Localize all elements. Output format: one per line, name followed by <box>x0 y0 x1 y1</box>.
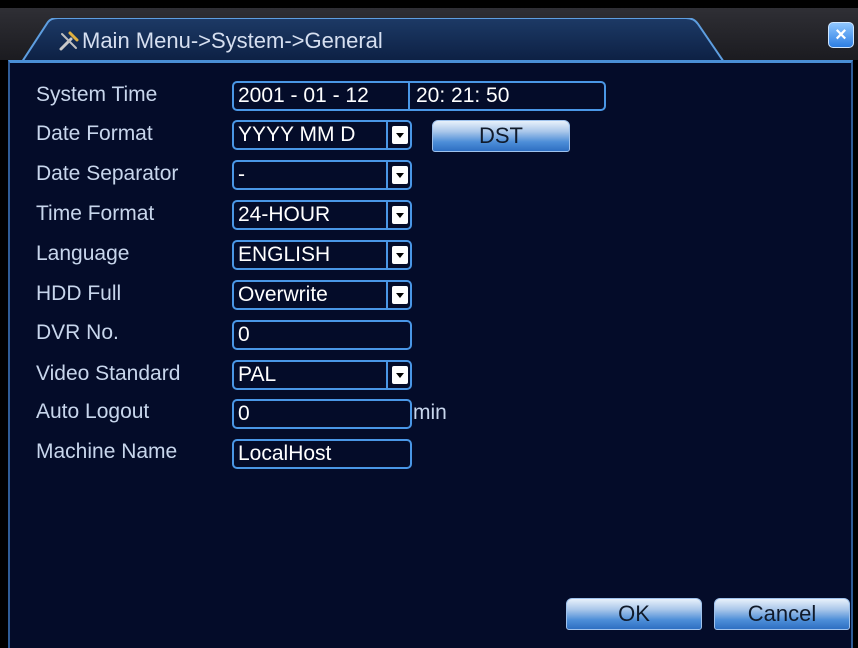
video-standard-label: Video Standard <box>36 362 181 385</box>
dvr-no-input[interactable]: 0 <box>232 320 412 350</box>
tools-icon <box>58 30 80 52</box>
close-icon[interactable]: × <box>828 22 854 48</box>
system-time-label: System Time <box>36 83 158 106</box>
chevron-down-icon[interactable] <box>392 286 408 304</box>
system-time-divider <box>408 83 410 109</box>
select-divider <box>386 202 388 228</box>
chevron-down-icon[interactable] <box>392 246 408 264</box>
chevron-down-icon[interactable] <box>392 366 408 384</box>
video-standard-value: PAL <box>238 363 277 386</box>
date-format-value: YYYY MM D <box>238 123 356 146</box>
general-settings-window: Main Menu->System->General × System Time… <box>0 0 858 648</box>
system-time-field[interactable]: 2001 - 01 - 12 20: 21: 50 <box>232 81 606 111</box>
system-time-date[interactable]: 2001 - 01 - 12 <box>238 84 369 107</box>
select-divider <box>386 242 388 268</box>
hdd-full-value: Overwrite <box>238 283 328 306</box>
time-format-label: Time Format <box>36 202 155 225</box>
select-divider <box>386 162 388 188</box>
date-format-label: Date Format <box>36 122 153 145</box>
auto-logout-input[interactable]: 0 <box>232 399 412 429</box>
system-time-clock[interactable]: 20: 21: 50 <box>416 83 509 109</box>
machine-name-label: Machine Name <box>36 440 178 463</box>
auto-logout-unit: min <box>413 401 447 424</box>
select-divider <box>386 362 388 388</box>
machine-name-input[interactable]: LocalHost <box>232 439 412 469</box>
hdd-full-label: HDD Full <box>36 282 122 305</box>
select-divider <box>386 122 388 148</box>
time-format-select[interactable]: 24-HOUR <box>232 200 412 230</box>
window-title: Main Menu->System->General <box>82 28 383 53</box>
language-label: Language <box>36 242 130 265</box>
ok-button[interactable]: OK <box>566 598 702 630</box>
date-separator-label: Date Separator <box>36 162 179 185</box>
date-separator-select[interactable]: - <box>232 160 412 190</box>
date-format-select[interactable]: YYYY MM D <box>232 120 412 150</box>
dst-button[interactable]: DST <box>432 120 570 152</box>
language-select[interactable]: ENGLISH <box>232 240 412 270</box>
cancel-button[interactable]: Cancel <box>714 598 850 630</box>
hdd-full-select[interactable]: Overwrite <box>232 280 412 310</box>
dvr-no-label: DVR No. <box>36 321 119 344</box>
select-divider <box>386 282 388 308</box>
time-format-value: 24-HOUR <box>238 203 331 226</box>
video-standard-select[interactable]: PAL <box>232 360 412 390</box>
language-value: ENGLISH <box>238 243 331 266</box>
date-separator-value: - <box>238 163 245 186</box>
chevron-down-icon[interactable] <box>392 206 408 224</box>
auto-logout-label: Auto Logout <box>36 400 150 423</box>
chevron-down-icon[interactable] <box>392 126 408 144</box>
chevron-down-icon[interactable] <box>392 166 408 184</box>
title-bar: Main Menu->System->General × <box>0 8 858 68</box>
